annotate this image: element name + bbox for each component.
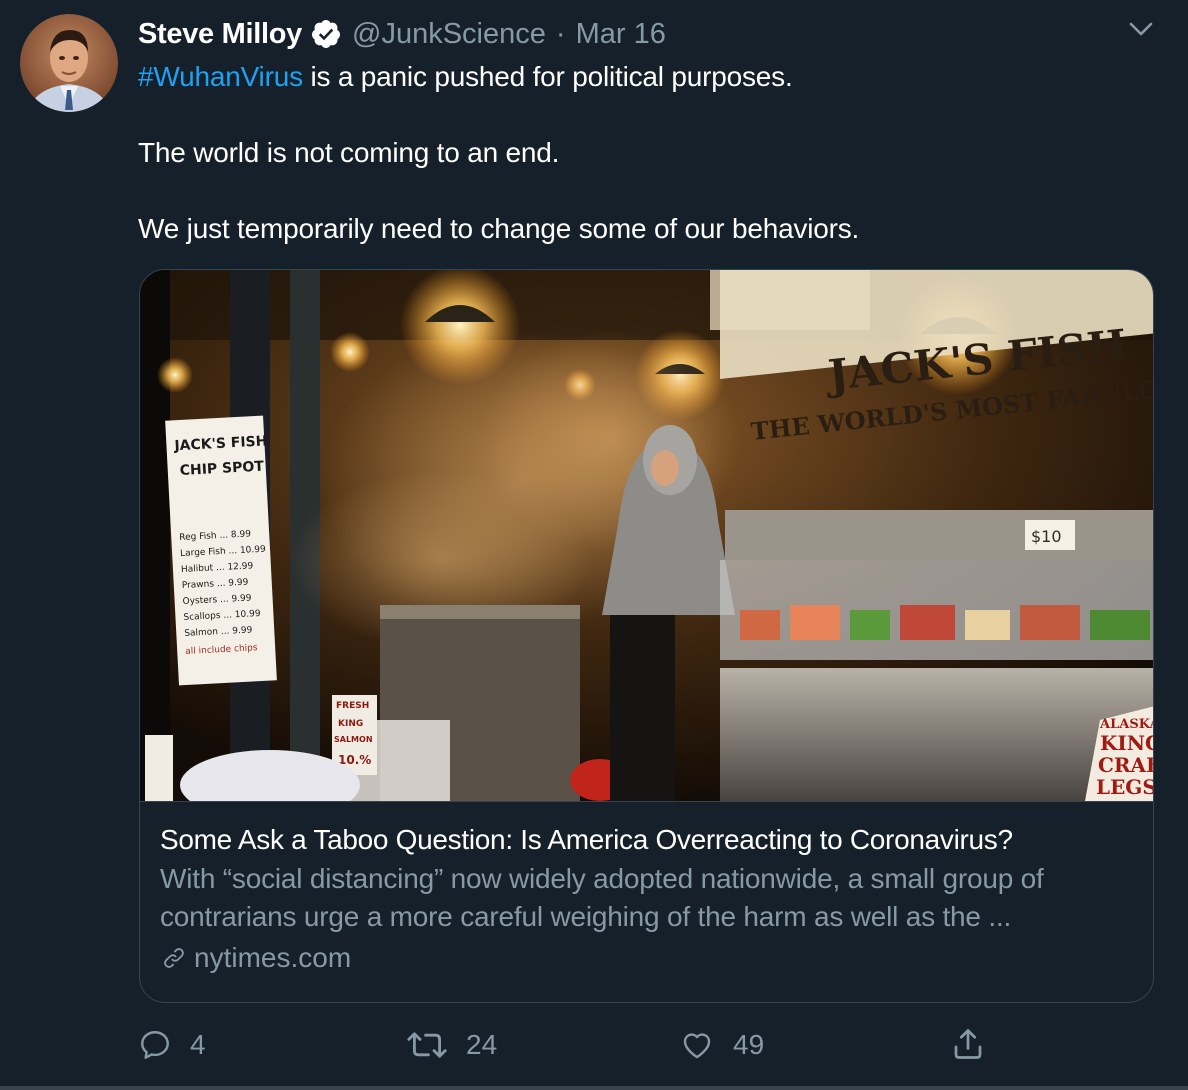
- verified-badge-icon: [310, 18, 342, 50]
- sign-crab-4: LEGS: [1096, 775, 1154, 799]
- author-handle[interactable]: @JunkScience: [352, 18, 546, 51]
- retweet-count: 24: [466, 1029, 498, 1060]
- link-icon: [164, 948, 184, 968]
- header-separator: ·: [555, 17, 566, 50]
- avatar-portrait-icon: [20, 14, 118, 112]
- share-button[interactable]: [950, 1026, 1004, 1062]
- share-icon: [954, 1029, 982, 1059]
- reply-button[interactable]: 4: [138, 1028, 206, 1062]
- avatar[interactable]: [20, 14, 118, 112]
- sign-crab-3: CRAB: [1098, 753, 1154, 777]
- tweet-line-3: We just temporarily need to change some …: [138, 213, 860, 244]
- tweet-text: #WuhanVirus is a panic pushed for politi…: [138, 58, 1148, 248]
- card-image[interactable]: JACK'S FISH THE WORLD'S MOST FABULOUS JA…: [140, 270, 1154, 820]
- card-domain[interactable]: nytimes.com: [160, 940, 1135, 976]
- tweet-header: Steve Milloy @JunkScience · Mar 16: [138, 14, 666, 54]
- chevron-down-icon: [1129, 22, 1153, 36]
- card-title[interactable]: Some Ask a Taboo Question: Is America Ov…: [160, 822, 1135, 858]
- tweet-line-1-text: is a panic pushed for political purposes…: [302, 61, 793, 92]
- retweet-button[interactable]: 24: [406, 1028, 497, 1062]
- fish-market-photo: JACK'S FISH THE WORLD'S MOST FABULOUS JA…: [140, 270, 1154, 820]
- author-name[interactable]: Steve Milloy: [138, 18, 302, 51]
- tweet-line-1: #WuhanVirus is a panic pushed for politi…: [138, 58, 1148, 96]
- price-tag: $10: [1031, 527, 1062, 546]
- like-button[interactable]: 49: [679, 1028, 764, 1062]
- tweet-date[interactable]: Mar 16: [576, 18, 666, 51]
- sign-salmon-3: SALMON: [334, 735, 373, 744]
- sign-salmon-2: KING: [338, 719, 363, 729]
- hashtag-link[interactable]: #WuhanVirus: [138, 61, 303, 92]
- card-text: Some Ask a Taboo Question: Is America Ov…: [160, 822, 1135, 976]
- divider: [0, 1086, 1188, 1090]
- like-count: 49: [733, 1029, 765, 1060]
- link-card[interactable]: JACK'S FISH THE WORLD'S MOST FABULOUS JA…: [139, 269, 1154, 1003]
- sign-crab-2: KING: [1100, 731, 1154, 755]
- more-options-button[interactable]: [1126, 18, 1156, 42]
- heart-icon: [683, 1033, 711, 1059]
- tweet-line-2: The world is not coming to an end.: [138, 137, 560, 168]
- reply-icon: [141, 1031, 169, 1059]
- sign-crab-1: ALASKA: [1099, 717, 1154, 732]
- card-domain-text: nytimes.com: [194, 942, 352, 973]
- reply-count: 4: [190, 1029, 206, 1060]
- sign-salmon-1: FRESH: [336, 701, 369, 711]
- action-bar: 4 24 49: [0, 1024, 1188, 1068]
- tweet: Steve Milloy @JunkScience · Mar 16 #Wuha…: [0, 0, 1188, 1090]
- retweet-icon: [407, 1032, 447, 1058]
- card-description: With “social distancing” now widely adop…: [160, 863, 1044, 932]
